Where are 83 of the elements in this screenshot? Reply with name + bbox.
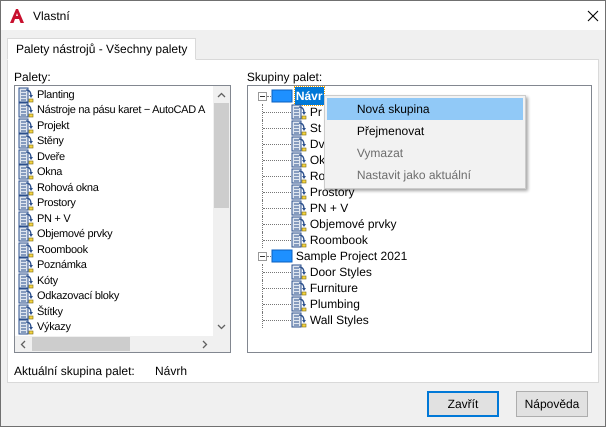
tree-group[interactable]: Návr — [294, 87, 324, 105]
tree-item[interactable]: St — [310, 119, 322, 137]
tree-group[interactable]: Sample Project 2021 — [294, 247, 408, 265]
current-group-label: Aktuální skupina palet: — [14, 363, 136, 380]
palette-icon — [18, 242, 34, 258]
palette-icon — [290, 264, 307, 280]
tree-item[interactable]: Roombook — [310, 231, 368, 249]
window-title: Vlastní — [33, 8, 70, 24]
palette-item[interactable]: Dveře — [37, 148, 65, 165]
palette-item[interactable]: Prostory — [37, 195, 76, 212]
palettes-label: Palety: — [14, 69, 52, 84]
palette-item[interactable]: Objemové prvky — [37, 226, 112, 242]
scroll-left-icon[interactable] — [20, 340, 26, 348]
tab[interactable]: Palety nástrojů - Všechny palety — [7, 38, 196, 60]
scroll-down-icon[interactable] — [216, 324, 226, 330]
tree-item[interactable]: Dv — [310, 135, 325, 153]
palette-icon — [290, 312, 307, 328]
close-icon[interactable] — [587, 10, 599, 22]
palette-item[interactable]: Planting — [37, 86, 74, 103]
scroll-thumb[interactable] — [32, 337, 130, 351]
palette-icon — [18, 210, 34, 227]
current-group-value: Návrh — [155, 363, 188, 380]
palette-groups-label: Skupiny palet: — [246, 69, 324, 84]
palette-icon — [18, 164, 34, 180]
palette-item[interactable]: Projekt — [37, 118, 70, 134]
dialog-button[interactable]: Zavřít — [427, 391, 499, 417]
palette-icon — [18, 195, 34, 212]
scroll-up-icon[interactable] — [216, 92, 226, 98]
collapse-toggle-icon[interactable] — [258, 252, 267, 260]
tree-item[interactable]: Door Styles — [310, 263, 372, 281]
tree-item[interactable]: Pr — [310, 103, 322, 121]
palette-item[interactable]: PN + V — [37, 210, 70, 227]
palette-item[interactable]: Stěny — [37, 133, 64, 150]
palette-icon — [290, 152, 307, 168]
palette-item[interactable]: Poznámka — [37, 257, 87, 274]
menu-item[interactable]: Přejmenovat — [326, 120, 523, 142]
app-logo-icon — [9, 8, 25, 24]
palette-item[interactable]: Výkazy — [37, 319, 71, 336]
palette-item[interactable]: Kóty — [37, 272, 58, 289]
tree-item[interactable]: Wall Styles — [310, 311, 369, 329]
horizontal-scrollbar[interactable] — [15, 336, 230, 352]
palette-icon — [290, 296, 307, 312]
palette-item[interactable]: Roombook — [37, 242, 88, 258]
palette-item[interactable]: Okna — [37, 164, 62, 180]
palette-icon — [18, 148, 34, 165]
palette-icon — [18, 133, 34, 150]
folder-icon — [270, 249, 293, 263]
palette-icon — [290, 184, 307, 200]
palette-icon — [290, 104, 307, 120]
tree-item[interactable]: Furniture — [310, 279, 358, 297]
palette-icon — [290, 232, 307, 248]
menu-item[interactable]: Nová skupina — [326, 98, 523, 120]
palette-icon — [18, 226, 34, 242]
tree-item[interactable]: Ok — [310, 151, 326, 169]
palette-icon — [290, 168, 307, 184]
tree-item[interactable]: PN + V — [310, 199, 348, 217]
tree-item[interactable]: Plumbing — [310, 295, 360, 313]
palette-icon — [290, 120, 307, 136]
scroll-right-icon[interactable] — [202, 340, 208, 348]
palette-item[interactable]: Odkazovací bloky — [37, 288, 120, 304]
palette-icon — [290, 200, 307, 216]
palette-icon — [18, 86, 34, 103]
palette-icon — [18, 257, 34, 274]
palette-icon — [290, 216, 307, 232]
palette-icon — [290, 136, 307, 152]
folder-icon — [270, 89, 293, 103]
dialog-button[interactable]: Nápověda — [516, 391, 588, 417]
palette-icon — [18, 272, 34, 289]
palette-icon — [18, 180, 34, 196]
scroll-thumb[interactable] — [214, 103, 229, 208]
collapse-toggle-icon[interactable] — [258, 92, 267, 100]
palette-item[interactable]: Nástroje na pásu karet − AutoCAD A — [37, 102, 206, 118]
palette-item[interactable]: Štítky — [37, 304, 63, 320]
palettes-list[interactable]: Planting Nástroje na pásu karet − AutoCAD A Projekt Stěny Dveře Okna Rohová okna Prostory PN + V Objemové prvky Roombook Poznámka Kóty Odkazovací bloky Štítky Výkazy — [14, 85, 231, 353]
palette-icon — [18, 304, 34, 320]
palette-icon — [18, 319, 34, 336]
palette-icon — [18, 288, 34, 304]
tree-item[interactable]: Objemové prvky — [310, 215, 397, 233]
palette-icon — [290, 280, 307, 296]
palette-icon — [18, 102, 34, 118]
vertical-scrollbar[interactable] — [212, 86, 230, 336]
palette-item[interactable]: Rohová okna — [37, 180, 99, 196]
palette-icon — [18, 118, 34, 134]
